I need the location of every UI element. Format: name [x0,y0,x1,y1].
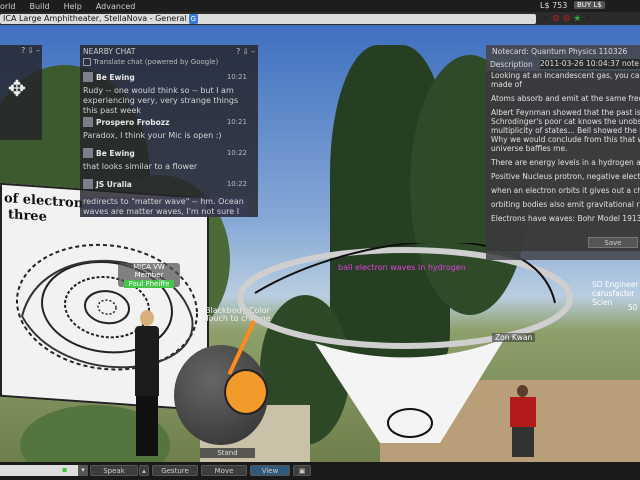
notecard-line: Looking at an incandescent gas, you can … [491,71,640,80]
chat-text: redirects to "matter wave" -- hm. Ocean … [83,197,248,217]
notecard-line: when an electron orbits it gives out a c… [491,186,640,195]
avatar-icon[interactable] [83,117,93,127]
avatar-icon[interactable] [83,148,93,158]
notecard-line: universe baffles me. [491,144,568,153]
panel-header: ? ⇩ – [21,46,40,55]
chat-sender[interactable]: Prospero Frobozz [96,118,169,127]
notecard-line: Schrodinger's poor cat knows the unobser… [491,117,640,126]
balance: L$ 753 [540,1,568,10]
avatar-name: Paul Pheiffe [124,280,174,288]
chat-message: JS Uralia 10:22 [83,179,253,190]
avatar-name-tag: MICA VW Member Paul Pheiffe [118,263,180,288]
chat-text: that looks similar to a flower [83,162,198,171]
save-button[interactable]: Save [588,237,638,248]
notecard-body[interactable]: Looking at an incandescent gas, you can … [486,71,640,251]
menu-world[interactable]: orld [0,2,15,11]
chat-time: 10:22 [226,149,247,157]
status-icons: ⚫ ⊘ ⊘ ★ ✕ [542,14,592,24]
chat-header-icons[interactable]: ? ⇩ – [236,47,255,56]
notecard-line: Positive Nucleus protron, negative elect… [491,172,640,181]
number-label: 50 [628,303,638,312]
chat-time: 10:21 [226,118,247,126]
hover-text: ball electron waves in hydrogen [338,263,466,272]
pan-arrows-icon[interactable]: ✥ [2,75,32,105]
translate-checkbox[interactable] [83,58,91,66]
chat-sender[interactable]: Be Ewing [96,73,135,82]
chat-time: 10:22 [226,180,247,188]
avatar-red-shirt[interactable] [508,385,538,462]
menu-help[interactable]: Help [64,2,82,11]
avatar-icon[interactable] [83,72,93,82]
zon-kwan-tag: Zon Kwan [492,333,536,342]
chat-history-arrow-icon[interactable]: ▾ [78,465,88,476]
chat-message: Be Ewing 10:22 that looks similar to a f… [83,148,253,172]
notecard-line: multiplicity of states... Bell showed th… [491,126,640,135]
avatar-icon[interactable] [83,179,93,189]
snapshot-icon[interactable]: ▣ [293,465,311,476]
voice-icon[interactable]: ⚫ [542,14,550,24]
notecard-window: Notecard: Quantum Physics 110326 Descrip… [486,45,640,260]
description-field[interactable]: 2011-03-26 10:04:37 note ca [540,59,640,69]
chat-options-icons[interactable]: ▪ [62,465,67,474]
speak-options-icon[interactable]: ▴ [139,465,149,476]
orbit-diagram [16,243,198,371]
chat-text: Rudy -- one would think so -- but I am e… [83,86,239,115]
chat-sender[interactable]: JS Uralia [96,180,132,189]
menu-advanced[interactable]: Advanced [96,2,136,11]
chat-message: Prospero Frobozz 10:21 Paradox, I think … [83,117,253,141]
green-star-icon[interactable]: ★ [573,14,581,24]
no-build-icon[interactable]: ⊘ [563,14,571,24]
translate-label: Translate chat (powered by Google) [93,58,219,66]
chat-message: Be Ewing 10:21 Rudy -- one would think s… [83,72,253,116]
close-icon[interactable]: ✕ [584,14,592,24]
notecard-line: Albert Feynman showed that the past is a… [491,108,640,117]
chat-title: NEARBY CHAT [83,47,136,56]
member-label: MICA VW Member [133,263,165,279]
location-field[interactable]: ICA Large Amphitheater, StellaNova - Gen… [0,14,536,24]
move-button[interactable]: Move [201,465,247,476]
translate-checkbox-row[interactable]: Translate chat (powered by Google) [83,58,218,66]
nearby-chat-panel: NEARBY CHAT ? ⇩ – Translate chat (powere… [80,45,258,217]
stand-button[interactable]: Stand [200,448,255,458]
notecard-title: Notecard: Quantum Physics 110326 [492,47,628,56]
maturity-badge: G [188,14,199,24]
notecard-line: There are energy levels in a hydrogen at… [491,158,640,167]
notecard-line: made of [491,80,522,89]
description-label: Description [490,60,533,69]
menu-build[interactable]: Build [29,2,49,11]
chat-time: 10:21 [226,73,247,81]
hydrogen-wave-model[interactable] [235,243,595,462]
notecard-line: orbiting bodies also emit gravitational … [491,200,640,209]
buy-currency-button[interactable]: BUY L$ [574,1,605,9]
notecard-line: Why we would conclude from this that we … [491,135,640,144]
chat-sender[interactable]: Be Ewing [96,149,135,158]
view-button[interactable]: View [250,465,290,476]
no-fly-icon[interactable]: ⊘ [552,14,560,24]
notecard-line: Electrons have waves: Bohr Model 1913 [491,214,640,223]
gesture-button[interactable]: Gesture [152,465,198,476]
chat-text: Paradox, I think your Mic is open :) [83,131,222,140]
notecard-line: Atoms absorb and emit at the same freque… [491,94,640,103]
avatar-figure[interactable] [132,310,162,460]
speak-button[interactable]: Speak [90,465,138,476]
camera-controls-panel: ? ⇩ – ✥ [0,45,42,140]
